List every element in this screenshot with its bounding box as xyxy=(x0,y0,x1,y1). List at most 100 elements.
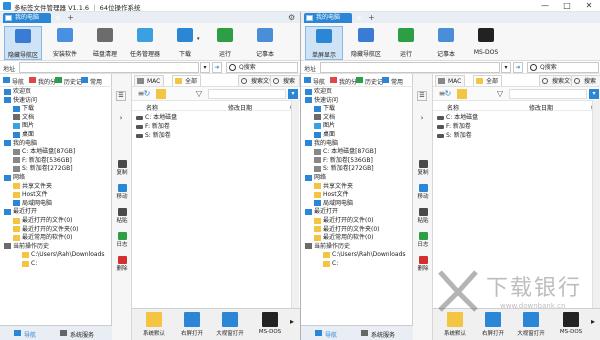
column-header-date[interactable]: 修改日期 xyxy=(228,103,252,112)
search-input[interactable]: Q搜索 xyxy=(527,62,599,73)
toolbar-button-3[interactable]: 任务管理器 xyxy=(126,26,164,60)
ms-dos-button[interactable]: MS-DOS xyxy=(467,26,505,60)
tree-item[interactable]: 欢迎页 xyxy=(305,88,332,97)
tree-item[interactable]: 图片 xyxy=(314,122,335,131)
view-list-icon[interactable]: ≡ xyxy=(136,89,146,99)
tree-item[interactable]: 当前操作历史 xyxy=(305,243,350,252)
folder-icon[interactable] xyxy=(156,89,166,99)
file-view-tab-0[interactable]: MAC xyxy=(435,75,466,86)
tree-item[interactable]: 最近打开的文件(0) xyxy=(13,217,73,226)
tree-item[interactable]: 下载 xyxy=(314,105,335,114)
path-input[interactable] xyxy=(509,89,587,99)
bottom-button-2[interactable]: 大视窗打开 xyxy=(212,311,248,340)
nav-bottom-navigation[interactable]: 导航 xyxy=(325,330,337,339)
file-row[interactable]: S: 新加卷 xyxy=(437,132,472,140)
toolbar-button-3[interactable]: 记事本 xyxy=(427,26,465,60)
minimize-button[interactable]: — xyxy=(534,0,556,12)
file-view-tab-1[interactable]: 全部 xyxy=(172,75,202,86)
bottom-button-1[interactable]: 右屏打开 xyxy=(174,311,210,340)
nav-bottom-navigation[interactable]: 导航 xyxy=(24,330,36,339)
tree-item[interactable]: C:\Users\Rah\Downloads xyxy=(323,251,406,260)
nav-tab-2[interactable]: 历史记 xyxy=(64,77,82,86)
maximize-button[interactable]: □ xyxy=(556,0,578,12)
tree-item[interactable]: 快速访问 xyxy=(305,97,338,106)
toolbar-button-6[interactable]: 记事本 xyxy=(246,26,284,60)
tree-item[interactable]: 最近打开的文件夹(0) xyxy=(13,226,79,235)
toolbar-button-2[interactable]: 磁盘清理 xyxy=(86,26,124,60)
go-arrow-icon[interactable]: ➜ xyxy=(513,62,523,73)
file-row[interactable]: C: 本地磁盘 xyxy=(437,114,478,122)
nav-tab-0[interactable]: 导航 xyxy=(313,77,325,86)
view-list-icon[interactable]: ≡ xyxy=(437,89,447,99)
add-tab-button[interactable]: + xyxy=(367,13,376,22)
tree-item[interactable]: 最近打开 xyxy=(305,208,338,217)
filter-icon[interactable]: ▽ xyxy=(194,89,204,99)
action-button-4[interactable]: 删除 xyxy=(413,256,433,272)
tab-close-icon[interactable]: × xyxy=(55,13,61,23)
file-view-tab-0[interactable]: MAC xyxy=(134,75,165,86)
file-view-tab-1[interactable]: 全部 xyxy=(473,75,503,86)
action-button-3[interactable]: 日志 xyxy=(413,232,433,248)
action-button-0[interactable]: 复制 xyxy=(413,160,433,176)
action-button-1[interactable]: 移动 xyxy=(413,184,433,200)
tab-close-icon[interactable]: × xyxy=(356,13,362,23)
address-dropdown-icon[interactable]: ▾ xyxy=(200,62,210,73)
tree-item[interactable]: 共享文件夹 xyxy=(13,183,52,192)
sidebar-arrow-icon[interactable]: › xyxy=(116,114,126,124)
nav-bottom-system-services[interactable]: 系统服务 xyxy=(371,330,395,339)
file-view-tab-3[interactable]: 搜索文件 xyxy=(571,75,600,96)
toolbar-button-0[interactable]: 隐藏导航区 xyxy=(4,26,42,60)
tree-item[interactable]: 最近常用的软件(0) xyxy=(13,234,73,243)
settings-gear-icon[interactable]: ⚙ xyxy=(288,13,295,22)
nav-bottom-system-services[interactable]: 系统服务 xyxy=(70,330,94,339)
nav-tab-0[interactable]: 导航 xyxy=(12,77,24,86)
tree-item[interactable]: 共享文件夹 xyxy=(314,183,353,192)
nav-tab-1[interactable]: 我的分 xyxy=(38,77,56,86)
bottom-button-3[interactable]: MS-DOS xyxy=(252,311,288,340)
nav-tab-1[interactable]: 我的分 xyxy=(339,77,357,86)
path-input[interactable] xyxy=(208,89,286,99)
sidebar-arrow-icon[interactable]: › xyxy=(417,114,427,124)
tree-item[interactable]: 网络 xyxy=(305,174,326,183)
folder-icon[interactable] xyxy=(457,89,467,99)
tree-item[interactable]: 桌面 xyxy=(314,131,335,140)
view-toggle-icon[interactable]: ☰ xyxy=(417,91,427,101)
action-button-2[interactable]: 粘贴 xyxy=(413,208,433,224)
address-input[interactable] xyxy=(19,62,199,73)
tree-item[interactable]: 最近常用的软件(0) xyxy=(314,234,374,243)
toolbar-button-1[interactable]: 安装软件 xyxy=(46,26,84,60)
column-header-name[interactable]: 名称 xyxy=(447,103,459,112)
tree-item[interactable]: Host文件 xyxy=(314,191,349,200)
action-button-1[interactable]: 移动 xyxy=(112,184,132,200)
tab-my-computer[interactable]: 我的电脑 × xyxy=(304,13,362,23)
nav-tab-3[interactable]: 常用 xyxy=(391,77,403,86)
tree-item[interactable]: 最近打开 xyxy=(4,208,37,217)
tree-item[interactable]: S: 新加卷[272GB] xyxy=(13,165,73,174)
tree-item[interactable]: 当前操作历史 xyxy=(4,243,49,252)
tree-item[interactable]: S: 新加卷[272GB] xyxy=(314,165,374,174)
action-button-0[interactable]: 复制 xyxy=(112,160,132,176)
toolbar-button-0[interactable]: 单屏显示 xyxy=(305,26,343,60)
address-input[interactable] xyxy=(320,62,500,73)
tree-item[interactable]: 最近打开的文件夹(0) xyxy=(314,226,380,235)
add-tab-button[interactable]: + xyxy=(66,13,75,22)
tree-item[interactable]: 我的电脑 xyxy=(305,140,338,149)
tree-item[interactable]: C:\Users\Rah\Downloads xyxy=(22,251,105,260)
action-button-2[interactable]: 粘贴 xyxy=(112,208,132,224)
file-row[interactable]: C: 本地磁盘 xyxy=(136,114,177,122)
address-dropdown-icon[interactable]: ▾ xyxy=(501,62,511,73)
tree-item[interactable]: 图片 xyxy=(13,122,34,131)
file-row[interactable]: S: 新加卷 xyxy=(136,132,171,140)
toolbar-button-1[interactable]: 隐藏导航区 xyxy=(347,26,385,60)
view-toggle-icon[interactable]: ☰ xyxy=(116,91,126,101)
view-dropdown-button[interactable]: ▾ xyxy=(589,89,599,99)
view-dropdown-button[interactable]: ▾ xyxy=(288,89,298,99)
tab-my-computer[interactable]: 我的电脑 × xyxy=(3,13,61,23)
column-header-date[interactable]: 修改日期 xyxy=(529,103,553,112)
bottom-more-icon[interactable]: ▸ xyxy=(290,317,294,326)
tree-item[interactable]: C: 本地磁盘[87GB] xyxy=(13,148,75,157)
file-view-tab-3[interactable]: 搜索文件 xyxy=(270,75,300,96)
tree-item[interactable]: 网络 xyxy=(4,174,25,183)
toolbar-button-4[interactable]: 下载 ▾ xyxy=(166,26,204,60)
bottom-button-0[interactable]: 系统默认 xyxy=(136,311,172,340)
